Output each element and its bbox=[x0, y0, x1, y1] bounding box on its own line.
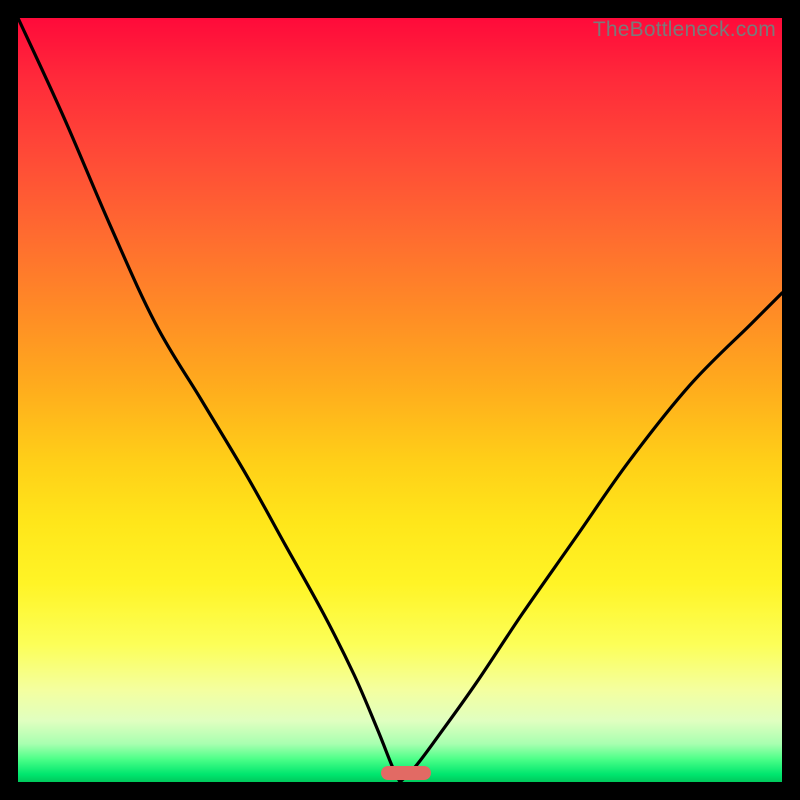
curve-left-branch bbox=[18, 18, 400, 782]
bottleneck-curve bbox=[18, 18, 782, 782]
chart-frame: TheBottleneck.com bbox=[0, 0, 800, 800]
plot-area: TheBottleneck.com bbox=[18, 18, 782, 782]
optimum-marker bbox=[381, 766, 431, 780]
curve-right-branch bbox=[400, 293, 782, 782]
